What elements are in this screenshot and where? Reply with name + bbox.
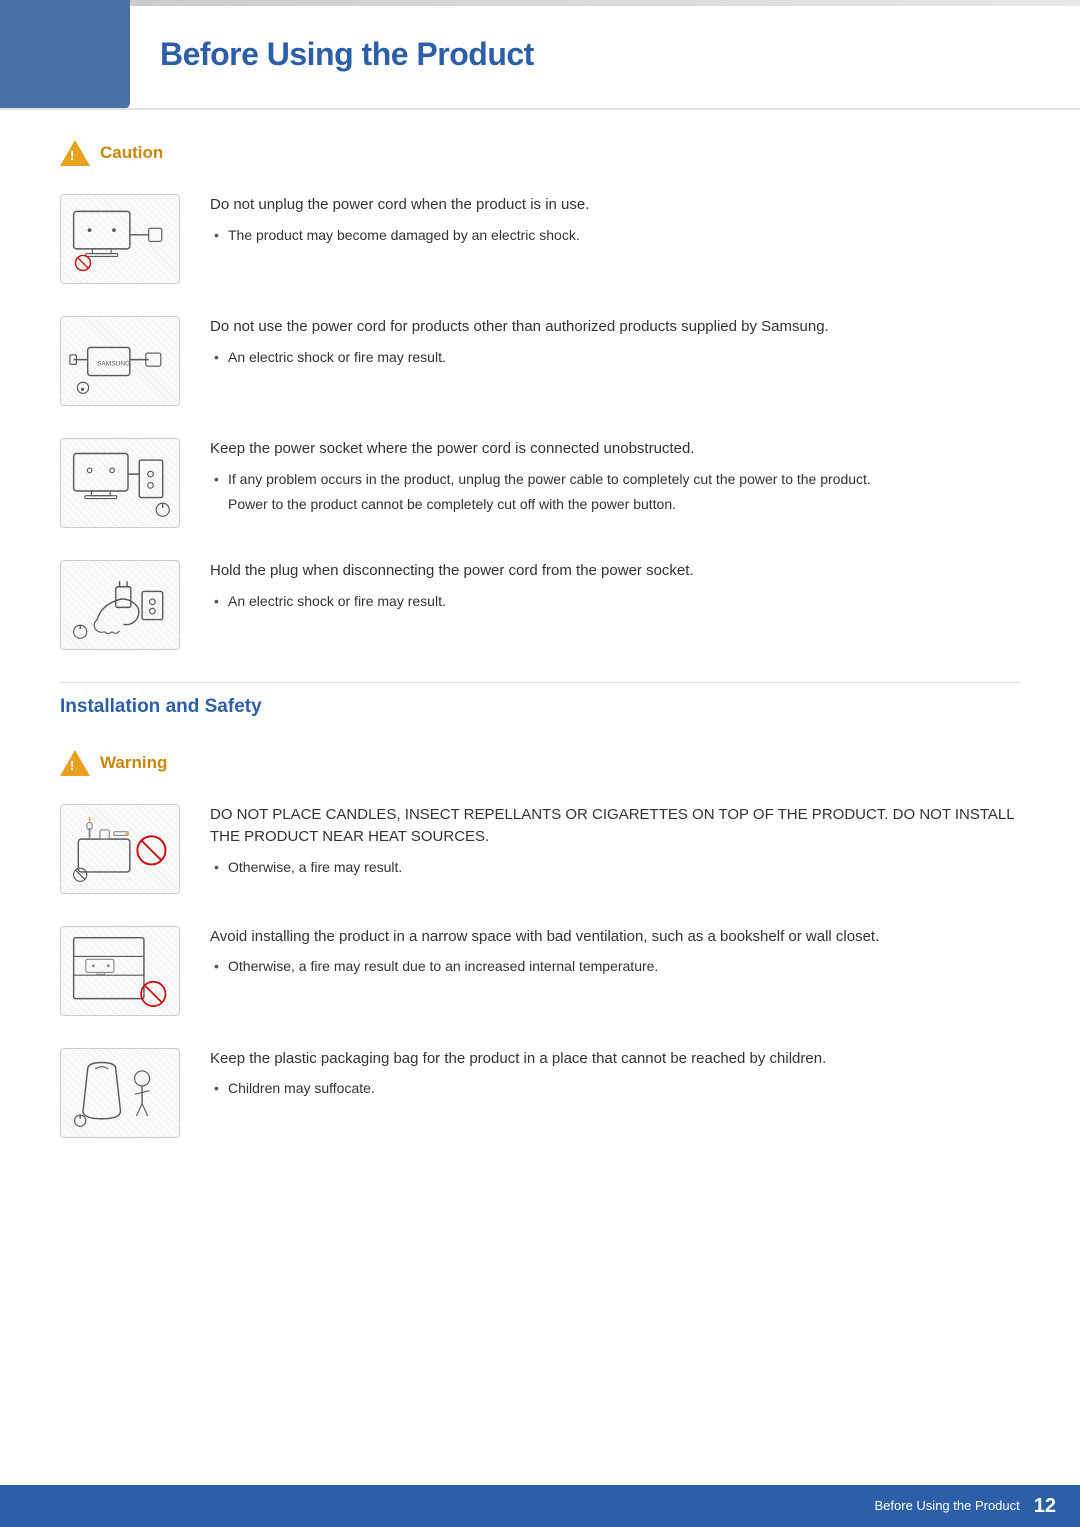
caution-item-3-note: Power to the product cannot be completel… xyxy=(210,494,1020,515)
warning-item-1-main: DO NOT PLACE CANDLES, INSECT REPELLANTS … xyxy=(210,804,1020,849)
warning-label: Warning xyxy=(100,750,167,776)
warning-illus-1 xyxy=(60,804,180,894)
page-title: Before Using the Product xyxy=(160,30,534,78)
caution-item-4-text: Hold the plug when disconnecting the pow… xyxy=(210,560,1020,616)
page-header: Before Using the Product xyxy=(0,0,1080,110)
caution-item-4: Hold the plug when disconnecting the pow… xyxy=(60,560,1020,650)
warning-item-1: DO NOT PLACE CANDLES, INSECT REPELLANTS … xyxy=(60,804,1020,894)
caution-item-1-main: Do not unplug the power cord when the pr… xyxy=(210,194,1020,217)
caution-item-2-main: Do not use the power cord for products o… xyxy=(210,316,1020,339)
footer-text: Before Using the Product xyxy=(875,1496,1020,1516)
caution-item-1-bullets: The product may become damaged by an ele… xyxy=(210,225,1020,246)
caution-section-header: Caution xyxy=(60,140,1020,166)
main-content: Caution Do not unplug the power xyxy=(0,110,1080,1230)
caution-illus-4 xyxy=(60,560,180,650)
warning-illus-2 xyxy=(60,926,180,1016)
caution-illus-3 xyxy=(60,438,180,528)
warning-item-1-bullet-1: Otherwise, a fire may result. xyxy=(210,857,1020,878)
caution-item-2: SAMSUNG ● Do not use the power cord for … xyxy=(60,316,1020,406)
warning-item-2: Avoid installing the product in a narrow… xyxy=(60,926,1020,1016)
caution-item-1-bullet-1: The product may become damaged by an ele… xyxy=(210,225,1020,246)
caution-item-2-bullet-1: An electric shock or fire may result. xyxy=(210,347,1020,368)
warning-item-2-main: Avoid installing the product in a narrow… xyxy=(210,926,1020,949)
warning-item-2-bullet-1: Otherwise, a fire may result due to an i… xyxy=(210,956,1020,977)
page-number: 12 xyxy=(1034,1491,1056,1521)
caution-item-4-bullet-1: An electric shock or fire may result. xyxy=(210,591,1020,612)
warning-item-1-text: DO NOT PLACE CANDLES, INSECT REPELLANTS … xyxy=(210,804,1020,882)
install-label: Installation and Safety xyxy=(60,696,262,717)
caution-item-3-bullet-1: If any problem occurs in the product, un… xyxy=(210,469,1020,490)
warning-item-2-text: Avoid installing the product in a narrow… xyxy=(210,926,1020,982)
warning-item-3-bullet-1: Children may suffocate. xyxy=(210,1078,1020,1099)
page-footer: Before Using the Product 12 xyxy=(0,1485,1080,1527)
caution-label: Caution xyxy=(100,140,163,166)
caution-item-3-main: Keep the power socket where the power co… xyxy=(210,438,1020,461)
warning-item-3-bullets: Children may suffocate. xyxy=(210,1078,1020,1099)
caution-item-3: Keep the power socket where the power co… xyxy=(60,438,1020,528)
caution-item-3-text: Keep the power socket where the power co… xyxy=(210,438,1020,515)
caution-illus-2: SAMSUNG ● xyxy=(60,316,180,406)
caution-item-1: Do not unplug the power cord when the pr… xyxy=(60,194,1020,284)
caution-item-2-bullets: An electric shock or fire may result. xyxy=(210,347,1020,368)
installation-section: Installation and Safety xyxy=(60,682,1020,722)
warning-item-2-bullets: Otherwise, a fire may result due to an i… xyxy=(210,956,1020,977)
warning-item-3-text: Keep the plastic packaging bag for the p… xyxy=(210,1048,1020,1104)
caution-item-1-text: Do not unplug the power cord when the pr… xyxy=(210,194,1020,250)
caution-item-2-text: Do not use the power cord for products o… xyxy=(210,316,1020,372)
warning-icon xyxy=(60,750,90,776)
warning-item-3-main: Keep the plastic packaging bag for the p… xyxy=(210,1048,1020,1071)
warning-illus-3 xyxy=(60,1048,180,1138)
warning-item-1-bullets: Otherwise, a fire may result. xyxy=(210,857,1020,878)
caution-icon xyxy=(60,140,90,166)
warning-section-header: Warning xyxy=(60,750,1020,776)
caution-item-4-main: Hold the plug when disconnecting the pow… xyxy=(210,560,1020,583)
warning-item-3: Keep the plastic packaging bag for the p… xyxy=(60,1048,1020,1138)
caution-illus-1 xyxy=(60,194,180,284)
caution-item-3-bullets: If any problem occurs in the product, un… xyxy=(210,469,1020,490)
caution-item-4-bullets: An electric shock or fire may result. xyxy=(210,591,1020,612)
